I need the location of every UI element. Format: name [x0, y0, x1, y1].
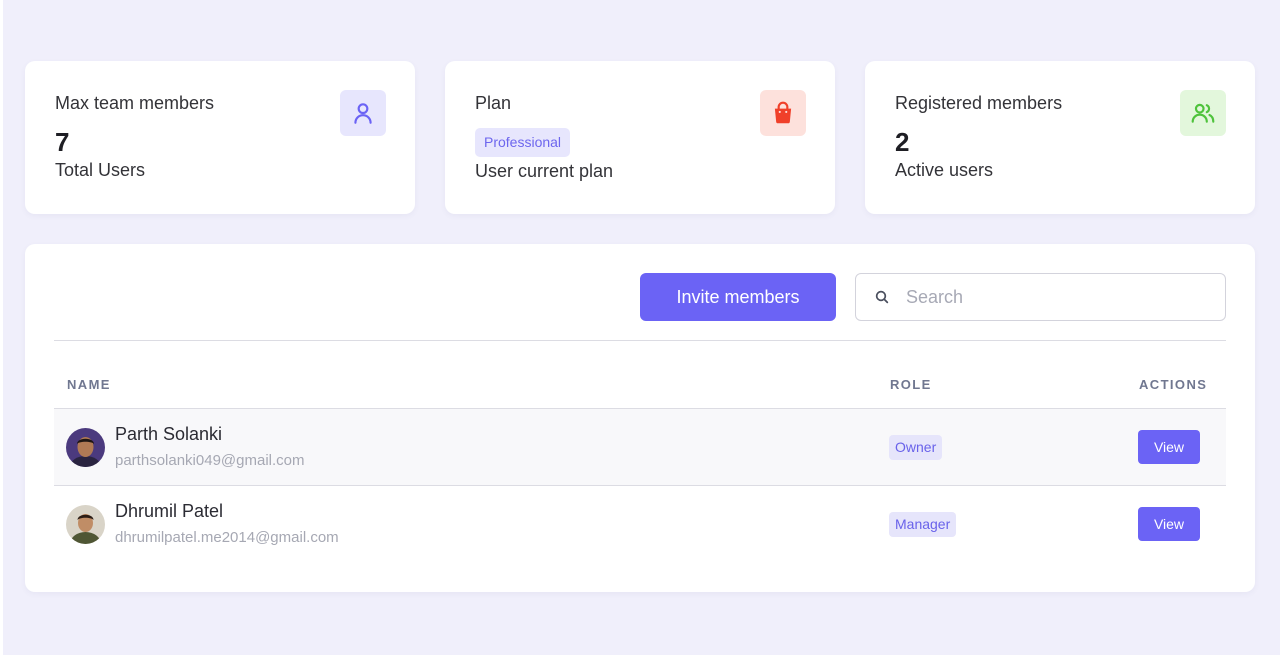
stat-value: 2 — [895, 127, 910, 157]
toolbar-divider — [54, 340, 1226, 341]
search-input[interactable] — [906, 282, 1206, 312]
stat-subtitle: User current plan — [475, 161, 614, 181]
stat-label: Registered members — [895, 93, 1063, 113]
members-panel: Invite members NAME ROLE ACTIONS Parth S… — [25, 244, 1255, 592]
stat-subtitle: Active users — [895, 160, 994, 180]
stat-card-registered: Registered members 2 Active users — [865, 61, 1255, 214]
table-row: Parth Solanki parthsolanki049@gmail.com … — [54, 408, 1226, 485]
member-name: Dhrumil Patel — [115, 501, 224, 521]
stat-value: 7 — [55, 127, 70, 157]
stat-card-plan: Plan Professional User current plan — [445, 61, 835, 214]
plan-badge: Professional — [475, 128, 571, 157]
role-badge: Manager — [889, 512, 957, 537]
shopping-bag-icon — [760, 90, 806, 136]
invite-members-button[interactable]: Invite members — [640, 273, 836, 321]
avatar — [66, 428, 105, 467]
column-header-actions: ACTIONS — [1139, 377, 1208, 392]
table-row: Dhrumil Patel dhrumilpatel.me2014@gmail.… — [54, 485, 1226, 562]
stat-card-max-team: Max team members 7 Total Users — [25, 61, 415, 214]
column-header-role: ROLE — [890, 377, 932, 392]
search-icon — [874, 289, 890, 310]
search-box[interactable] — [855, 273, 1226, 321]
avatar — [66, 505, 105, 544]
stat-subtitle: Total Users — [55, 160, 146, 180]
member-email: dhrumilpatel.me2014@gmail.com — [115, 529, 339, 546]
view-button[interactable]: View — [1138, 430, 1200, 464]
window-edge — [0, 0, 3, 655]
column-header-name: NAME — [67, 377, 111, 392]
stat-label: Max team members — [55, 93, 215, 113]
view-button[interactable]: View — [1138, 507, 1200, 541]
user-icon — [340, 90, 386, 136]
member-email: parthsolanki049@gmail.com — [115, 452, 305, 469]
role-badge: Owner — [889, 435, 943, 460]
users-icon — [1180, 90, 1226, 136]
stat-label: Plan — [475, 93, 512, 113]
member-name: Parth Solanki — [115, 424, 223, 444]
